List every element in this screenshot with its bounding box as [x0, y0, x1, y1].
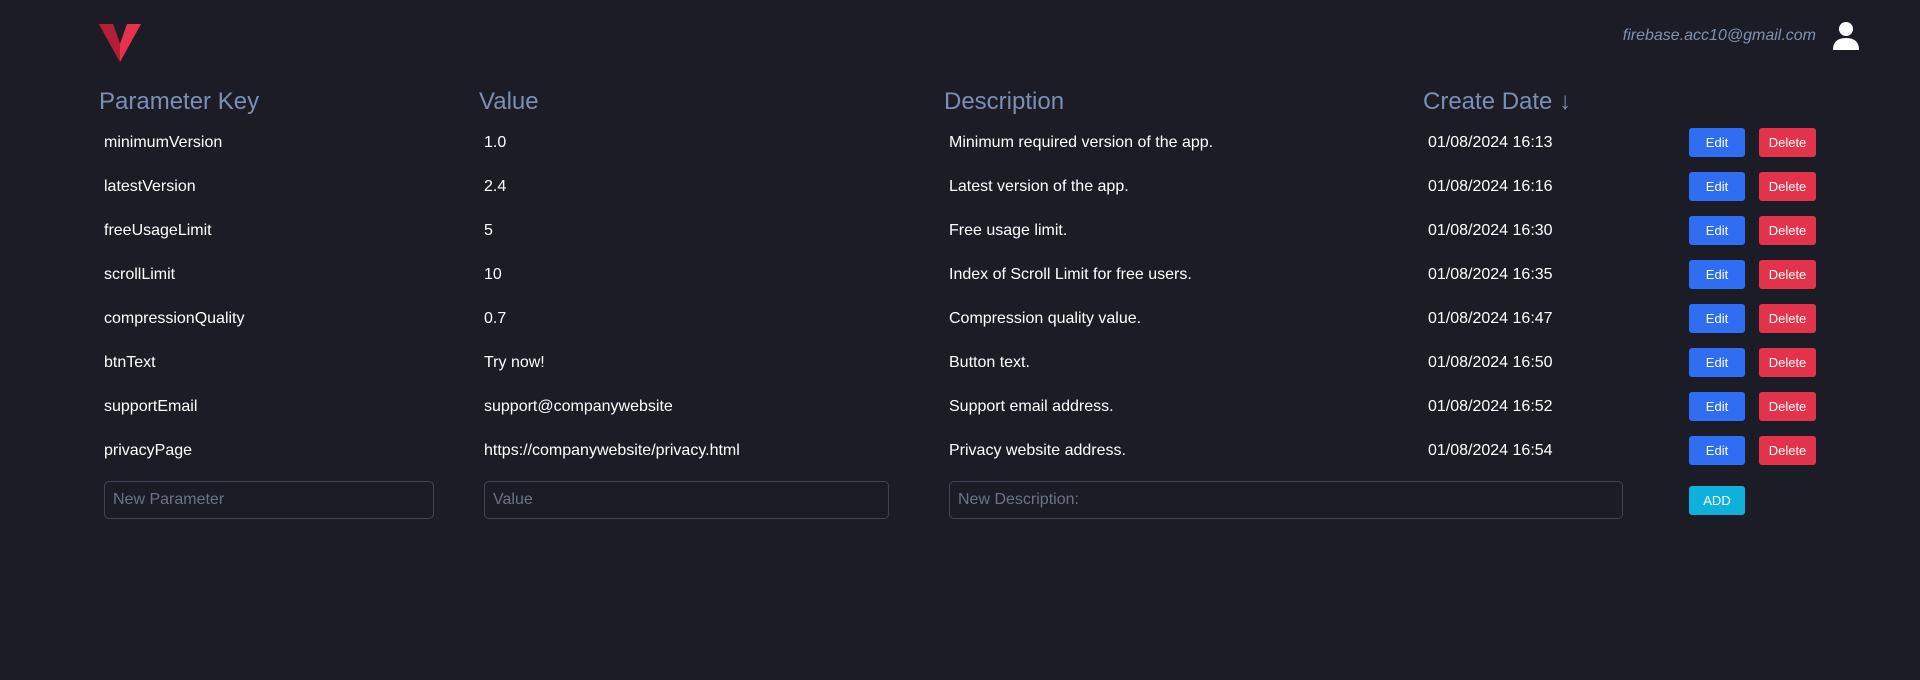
cell-create-date: 01/08/2024 16:30 [1428, 222, 1553, 239]
edit-button[interactable]: Edit [1689, 304, 1745, 333]
cell-parameter-key: freeUsageLimit [104, 222, 212, 239]
delete-button[interactable]: Delete [1759, 260, 1816, 289]
page: firebase.acc10@gmail.com Parameter Key V… [0, 0, 1920, 680]
cell-parameter-key: compressionQuality [104, 310, 245, 327]
table-row: privacyPage https://companywebsite/privac… [99, 432, 1839, 476]
new-value-input[interactable] [484, 481, 889, 519]
cell-create-date: 01/08/2024 16:47 [1428, 310, 1553, 327]
cell-description: Minimum required version of the app. [949, 134, 1214, 151]
delete-button[interactable]: Delete [1759, 172, 1816, 201]
cell-value: 10 [484, 266, 502, 283]
cell-value: 1.0 [484, 134, 507, 151]
delete-button[interactable]: Delete [1759, 392, 1816, 421]
edit-button[interactable]: Edit [1689, 172, 1745, 201]
header-value[interactable]: Value [479, 88, 539, 116]
cell-description: Privacy website address. [949, 442, 1126, 459]
cell-create-date: 01/08/2024 16:54 [1428, 442, 1553, 459]
user-email: firebase.acc10@gmail.com [1622, 27, 1816, 44]
row-actions: Edit Delete [1689, 128, 1816, 157]
cell-create-date: 01/08/2024 16:50 [1428, 354, 1553, 371]
table-row: minimumVersion 1.0 Minimum required versio… [99, 124, 1839, 168]
cell-description: Free usage limit. [949, 222, 1068, 239]
table-row: scrollLimit 10 Index of Scroll Limit for f… [99, 256, 1839, 300]
new-description-input[interactable] [949, 481, 1623, 519]
delete-button[interactable]: Delete [1759, 304, 1816, 333]
user-icon[interactable] [1830, 20, 1862, 52]
row-actions: Edit Delete [1689, 216, 1816, 245]
delete-button[interactable]: Delete [1759, 128, 1816, 157]
edit-button[interactable]: Edit [1689, 348, 1745, 377]
cell-value: Try now! [484, 354, 545, 371]
delete-button[interactable]: Delete [1759, 216, 1816, 245]
table-header: Parameter Key Value Description Create D… [99, 88, 1839, 124]
header-create-date-sort[interactable]: Create Date ↓ [1423, 88, 1571, 116]
cell-create-date: 01/08/2024 16:13 [1428, 134, 1553, 151]
row-actions: Edit Delete [1689, 392, 1816, 421]
header-description[interactable]: Description [944, 88, 1064, 116]
add-parameter-row: ADD [99, 476, 1839, 536]
header-parameter-key[interactable]: Parameter Key [99, 88, 259, 116]
row-actions: Edit Delete [1689, 304, 1816, 333]
parameters-table: Parameter Key Value Description Create D… [99, 88, 1839, 536]
cell-parameter-key: btnText [104, 354, 156, 371]
table-body: minimumVersion 1.0 Minimum required versio… [99, 124, 1839, 476]
edit-button[interactable]: Edit [1689, 436, 1745, 465]
v-logo-icon[interactable] [99, 24, 141, 62]
row-actions: Edit Delete [1689, 436, 1816, 465]
edit-button[interactable]: Edit [1689, 216, 1745, 245]
cell-parameter-key: scrollLimit [104, 266, 176, 283]
delete-button[interactable]: Delete [1759, 436, 1816, 465]
cell-parameter-key: latestVersion [104, 178, 196, 195]
cell-description: Compression quality value. [949, 310, 1142, 327]
edit-button[interactable]: Edit [1689, 260, 1745, 289]
row-actions: Edit Delete [1689, 348, 1816, 377]
table-row: freeUsageLimit 5 Free usage limit. 01/08/20… [99, 212, 1839, 256]
cell-parameter-key: supportEmail [104, 398, 198, 415]
cell-value: https://companywebsite/privacy.html [484, 442, 740, 459]
table-row: btnText Try now! Button text. 01/08/2024 16… [99, 344, 1839, 388]
table-row: supportEmail support@companywebsite Suppor… [99, 388, 1839, 432]
edit-button[interactable]: Edit [1689, 392, 1745, 421]
cell-description: Latest version of the app. [949, 178, 1129, 195]
cell-value: 0.7 [484, 310, 507, 327]
cell-value: 5 [484, 222, 493, 239]
user-menu[interactable]: firebase.acc10@gmail.com [1623, 20, 1862, 52]
cell-create-date: 01/08/2024 16:16 [1428, 178, 1553, 195]
cell-parameter-key: privacyPage [104, 442, 193, 459]
cell-value: support@companywebsite [484, 398, 673, 415]
row-actions: Edit Delete [1689, 172, 1816, 201]
table-row: compressionQuality 0.7 Compression quality… [99, 300, 1839, 344]
table-row: latestVersion 2.4 Latest version of the ap… [99, 168, 1839, 212]
cell-create-date: 01/08/2024 16:52 [1428, 398, 1553, 415]
add-button-wrap: ADD [1689, 486, 1745, 515]
delete-button[interactable]: Delete [1759, 348, 1816, 377]
cell-description: Index of Scroll Limit for free users. [949, 266, 1192, 283]
row-actions: Edit Delete [1689, 260, 1816, 289]
cell-parameter-key: minimumVersion [104, 134, 223, 151]
new-parameter-input[interactable] [104, 481, 434, 519]
cell-description: Support email address. [949, 398, 1114, 415]
cell-value: 2.4 [484, 178, 507, 195]
edit-button[interactable]: Edit [1689, 128, 1745, 157]
add-button[interactable]: ADD [1689, 486, 1745, 515]
cell-description: Button text. [949, 354, 1030, 371]
cell-create-date: 01/08/2024 16:35 [1428, 266, 1553, 283]
